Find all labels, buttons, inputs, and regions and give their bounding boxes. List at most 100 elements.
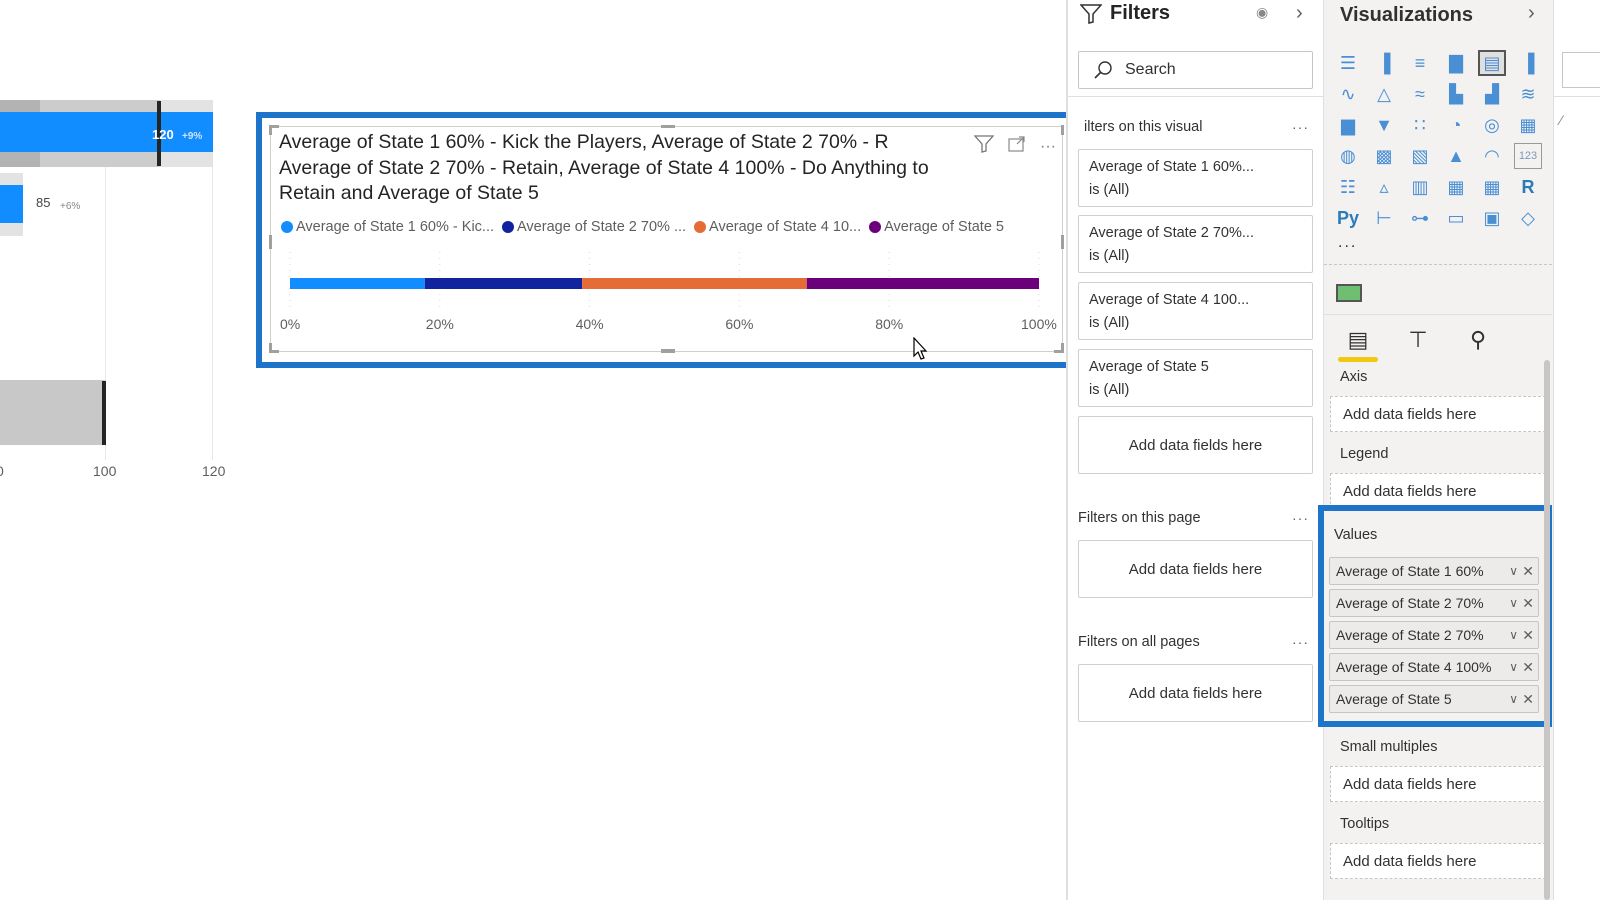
qa-icon[interactable]: ▭ <box>1442 205 1470 231</box>
pie-icon[interactable]: ◔ <box>1442 112 1470 138</box>
remove-field-icon[interactable]: ✕ <box>1522 691 1534 708</box>
slicer-icon[interactable]: ▥ <box>1406 174 1434 200</box>
chevron-down-icon[interactable]: ∨ <box>1509 596 1518 610</box>
resize-handle[interactable] <box>269 343 272 353</box>
fields-search-input[interactable] <box>1562 52 1600 88</box>
more-visuals-icon[interactable]: ... <box>1338 234 1357 252</box>
analytics-tab[interactable]: ⚲ <box>1458 320 1498 360</box>
expand-icon[interactable]: ∕ <box>1560 112 1562 128</box>
stacked-bar-icon[interactable]: ☰ <box>1334 50 1362 76</box>
scatter-icon[interactable]: ∷ <box>1406 112 1434 138</box>
report-filters-drop-zone[interactable]: Add data fields here <box>1078 664 1313 722</box>
pane-scrollbar[interactable] <box>1544 360 1550 900</box>
clustered-bar-icon[interactable]: ≡ <box>1406 50 1434 76</box>
value-field-pill[interactable]: Average of State 5 ∨ ✕ <box>1329 685 1539 713</box>
bar-segment-series-1[interactable] <box>290 278 425 289</box>
clustered-column-icon[interactable]: ▇ <box>1442 50 1470 76</box>
funnel-icon[interactable]: ▼ <box>1370 112 1398 138</box>
stacked-bar-visual[interactable]: Average of State 1 60% - Kick the Player… <box>269 125 1064 353</box>
stacked-column-icon[interactable]: ▐ <box>1370 50 1398 76</box>
visual-filters-drop-zone[interactable]: Add data fields here <box>1078 416 1313 474</box>
remove-field-icon[interactable]: ✕ <box>1522 563 1534 580</box>
resize-handle[interactable] <box>269 235 272 249</box>
legend-item[interactable]: Average of State 5 <box>869 219 1004 235</box>
legend-item[interactable]: Average of State 1 60% - Kic... <box>281 219 494 235</box>
bar-segment-series-3[interactable] <box>582 278 807 289</box>
chevron-down-icon[interactable]: ∨ <box>1509 660 1518 674</box>
map-icon[interactable]: ◍ <box>1334 143 1362 169</box>
collapse-visualizations-chevron-icon[interactable]: › <box>1528 2 1535 25</box>
axis-drop-zone[interactable]: Add data fields here <box>1330 396 1546 432</box>
filter-card[interactable]: Average of State 2 70%... is (All) <box>1078 215 1313 273</box>
azure-map-icon[interactable]: ▲ <box>1442 143 1470 169</box>
kpi-icon[interactable]: ▵ <box>1370 174 1398 200</box>
line-chart-icon[interactable]: ∿ <box>1334 81 1362 107</box>
key-influencers-icon[interactable]: ⊢ <box>1370 205 1398 231</box>
resize-handle[interactable] <box>269 125 272 135</box>
report-canvas[interactable]: 120 +9% 85 +6% 0 100 120 Average of Stat… <box>0 0 1081 900</box>
filter-card[interactable]: Average of State 1 60%... is (All) <box>1078 149 1313 207</box>
more-options-icon[interactable]: ··· <box>1292 510 1309 526</box>
power-apps-icon[interactable]: ◇ <box>1514 205 1542 231</box>
area-chart-icon[interactable]: △ <box>1370 81 1398 107</box>
remove-field-icon[interactable]: ✕ <box>1522 595 1534 612</box>
stacked-area-icon[interactable]: ≈ <box>1406 81 1434 107</box>
shape-map-icon[interactable]: ▧ <box>1406 143 1434 169</box>
card-icon[interactable]: 123 <box>1514 143 1542 169</box>
value-bar[interactable] <box>0 185 23 223</box>
line-stacked-column-icon[interactable]: ▟ <box>1478 81 1506 107</box>
tooltips-drop-zone[interactable]: Add data fields here <box>1330 843 1546 879</box>
page-filters-drop-zone[interactable]: Add data fields here <box>1078 540 1313 598</box>
more-options-icon[interactable]: ··· <box>1040 138 1056 156</box>
legend-item[interactable]: Average of State 2 70% ... <box>502 219 686 235</box>
value-field-pill[interactable]: Average of State 2 70% ∨ ✕ <box>1329 589 1539 617</box>
small-multiples-drop-zone[interactable]: Add data fields here <box>1330 766 1546 802</box>
chevron-down-icon[interactable]: ∨ <box>1509 692 1518 706</box>
filter-card[interactable]: Average of State 4 100... is (All) <box>1078 282 1313 340</box>
decomposition-tree-icon[interactable]: ⊶ <box>1406 205 1434 231</box>
donut-icon[interactable]: ◎ <box>1478 112 1506 138</box>
value-field-pill[interactable]: Average of State 1 60% ∨ ✕ <box>1329 557 1539 585</box>
filters-search-input[interactable]: Search <box>1078 51 1313 89</box>
collapse-filters-chevron-icon[interactable]: › <box>1296 2 1303 25</box>
filter-icon[interactable] <box>973 135 995 158</box>
filter-card[interactable]: Average of State 5 is (All) <box>1078 349 1313 407</box>
eye-icon[interactable]: ◉ <box>1256 4 1268 21</box>
resize-handle[interactable] <box>661 349 675 353</box>
resize-handle[interactable] <box>1061 235 1064 249</box>
custom-visual-icon[interactable] <box>1336 284 1362 302</box>
r-visual-icon[interactable]: R <box>1514 174 1542 200</box>
table-icon[interactable]: ▦ <box>1442 174 1470 200</box>
fields-tab[interactable]: ▤ <box>1338 320 1378 362</box>
100-stacked-column-icon[interactable]: ▐ <box>1514 50 1542 76</box>
resize-handle[interactable] <box>661 125 675 128</box>
legend-drop-zone[interactable]: Add data fields here <box>1330 473 1546 509</box>
gauge-icon[interactable]: ◠ <box>1478 143 1506 169</box>
resize-handle[interactable] <box>1061 125 1064 135</box>
treemap-icon[interactable]: ▦ <box>1514 112 1542 138</box>
line-clustered-column-icon[interactable]: ▙ <box>1442 81 1470 107</box>
waterfall-icon[interactable]: ▆ <box>1334 112 1362 138</box>
smart-narrative-icon[interactable]: ▣ <box>1478 205 1506 231</box>
focus-mode-icon[interactable] <box>1008 136 1026 157</box>
filled-map-icon[interactable]: ▩ <box>1370 143 1398 169</box>
legend-item[interactable]: Average of State 4 10... <box>694 219 861 235</box>
remove-field-icon[interactable]: ✕ <box>1522 627 1534 644</box>
more-options-icon[interactable]: ··· <box>1292 634 1309 650</box>
100-stacked-bar-icon[interactable]: ▤ <box>1478 50 1506 76</box>
resize-handle[interactable] <box>1061 343 1064 353</box>
value-field-pill[interactable]: Average of State 2 70% ∨ ✕ <box>1329 621 1539 649</box>
bullet-chart[interactable]: 120 +9% 85 +6% 0 100 120 <box>0 95 240 495</box>
matrix-icon[interactable]: ▦ <box>1478 174 1506 200</box>
multi-row-card-icon[interactable]: ☷ <box>1334 174 1362 200</box>
remove-field-icon[interactable]: ✕ <box>1522 659 1534 676</box>
format-tab[interactable]: ⊤ <box>1398 320 1438 360</box>
ribbon-chart-icon[interactable]: ≋ <box>1514 81 1542 107</box>
chevron-down-icon[interactable]: ∨ <box>1509 628 1518 642</box>
bar-segment-series-2[interactable] <box>424 278 583 289</box>
python-visual-icon[interactable]: Py <box>1334 205 1362 231</box>
chevron-down-icon[interactable]: ∨ <box>1509 564 1518 578</box>
value-field-pill[interactable]: Average of State 4 100% ∨ ✕ <box>1329 653 1539 681</box>
more-options-icon[interactable]: ··· <box>1292 119 1309 135</box>
bar-segment-series-4[interactable] <box>806 278 1039 289</box>
